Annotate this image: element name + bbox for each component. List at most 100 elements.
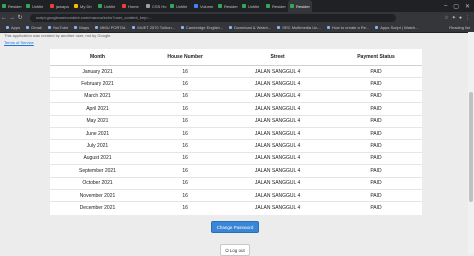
cell-payment-status: PAID: [329, 151, 422, 165]
cell-street: JALAN SANGGUL 4: [225, 151, 330, 165]
bookmark-item[interactable]: MMU PORTAL: [95, 25, 126, 30]
tab-label: Resider: [272, 3, 286, 9]
bookmark-item[interactable]: Apps Script | Watch...: [375, 25, 419, 30]
bookmark-icon: [26, 26, 30, 29]
bookmark-list: Apps Gmail YouTube Maps MMU PORTAL MUET 2570 …: [0, 25, 419, 30]
reading-list[interactable]: Reading list: [449, 25, 474, 30]
page-scrollbar[interactable]: [468, 32, 474, 254]
bookmark-item[interactable]: YouTube: [47, 25, 68, 30]
maximize-icon[interactable]: ▢: [453, 3, 459, 10]
header-month: Month: [50, 49, 145, 66]
browser-tab[interactable]: CSS Ho: [144, 0, 168, 12]
browser-tab[interactable]: Resider: [288, 0, 312, 12]
bookmark-label: How to create a Re...: [331, 25, 370, 30]
logout-button[interactable]: ⏻ Log out: [220, 244, 250, 256]
browser-tab[interactable]: jawapa: [48, 0, 72, 12]
cell-street: JALAN SANGGUL 4: [225, 64, 330, 78]
cell-payment-status: PAID: [329, 102, 422, 116]
tab-label: jawapa: [56, 3, 69, 9]
cell-house-number: 16: [144, 114, 226, 128]
bookmark-icon: [326, 26, 330, 29]
url-field[interactable]: script.googleusercontent.com/macros/echo…: [30, 13, 396, 22]
browser-tab[interactable]: Untitle: [24, 0, 48, 12]
bookmark-item[interactable]: Apps: [6, 25, 20, 30]
cell-street: JALAN SANGGUL 4: [225, 139, 330, 153]
header-payment-status: Payment Status: [329, 49, 422, 66]
minimize-icon[interactable]: –: [444, 3, 447, 10]
bookmark-item[interactable]: How to create a Re...: [326, 25, 370, 30]
bookmark-item[interactable]: Download & Watch...: [229, 25, 271, 30]
cell-house-number: 16: [144, 126, 226, 140]
tab-label: Untitle: [32, 3, 44, 9]
bookmark-item[interactable]: Maps: [74, 25, 89, 30]
tab-label: My Dri: [80, 3, 92, 9]
bookmark-icon: [132, 26, 136, 29]
extensions-icon[interactable]: ✦: [452, 15, 456, 21]
cell-street: JALAN SANGGUL 4: [225, 114, 330, 128]
profile-icon[interactable]: ●: [459, 15, 462, 21]
bookmark-icon: [375, 26, 379, 29]
cell-month: November 2021: [50, 188, 145, 202]
table-header-row: Month House Number Street Payment Status: [50, 49, 422, 66]
cell-month: June 2021: [50, 126, 145, 140]
bookmark-item[interactable]: SRC Multimedia Un...: [277, 25, 321, 30]
header-house-number: House Number: [144, 49, 226, 66]
change-password-button[interactable]: Change Password: [211, 221, 259, 233]
payment-card: Month House Number Street Payment Status…: [50, 49, 422, 215]
browser-tab[interactable]: Resider: [264, 0, 288, 12]
browser-tab[interactable]: Resider: [0, 0, 24, 12]
favicon-icon: [194, 4, 198, 8]
back-icon[interactable]: ←: [0, 15, 8, 21]
forward-icon[interactable]: →: [8, 15, 16, 21]
tab-label: CSS Ho: [152, 3, 167, 9]
cell-payment-status: PAID: [329, 64, 422, 78]
table-row: April 2021 16 JALAN SANGGUL 4 PAID: [50, 102, 422, 116]
cell-month: September 2021: [50, 164, 145, 178]
browser-tab[interactable]: My Dri: [72, 0, 96, 12]
tab-label: Untitle: [104, 3, 116, 9]
table-row: December 2021 16 JALAN SANGGUL 4 PAID: [50, 201, 422, 214]
browser-tab[interactable]: Untitle: [96, 0, 120, 12]
cell-payment-status: PAID: [329, 164, 422, 178]
browser-tab[interactable]: Resider: [216, 0, 240, 12]
cell-house-number: 16: [144, 89, 226, 103]
payment-table: Month House Number Street Payment Status…: [50, 49, 422, 214]
bookmark-item[interactable]: Cambridge English...: [180, 25, 223, 30]
close-icon[interactable]: ✕: [465, 3, 470, 10]
cell-month: January 2021: [50, 64, 145, 78]
browser-tab[interactable]: Untitle: [240, 0, 264, 12]
cell-street: JALAN SANGGUL 4: [225, 102, 330, 116]
cell-house-number: 16: [144, 164, 226, 178]
browser-tab[interactable]: Volume: [192, 0, 216, 12]
cell-payment-status: PAID: [329, 89, 422, 103]
table-row: March 2021 16 JALAN SANGGUL 4 PAID: [50, 89, 422, 103]
reload-icon[interactable]: ↻: [16, 14, 24, 21]
cell-house-number: 16: [144, 188, 226, 202]
cell-payment-status: PAID: [329, 188, 422, 202]
star-icon[interactable]: ☆: [444, 15, 448, 21]
bookmark-item[interactable]: Gmail: [26, 25, 42, 30]
browser-tab[interactable]: Home: [120, 0, 144, 12]
bookmark-label: Gmail: [31, 25, 42, 30]
bookmark-item[interactable]: MUET 2570 Tuition...: [132, 25, 175, 30]
table-row: February 2021 16 JALAN SANGGUL 4 PAID: [50, 77, 422, 91]
cell-street: JALAN SANGGUL 4: [225, 77, 330, 91]
cell-house-number: 16: [144, 139, 226, 153]
cell-payment-status: PAID: [329, 176, 422, 190]
scrollbar-thumb[interactable]: [469, 92, 473, 202]
cell-house-number: 16: [144, 64, 226, 78]
cell-month: December 2021: [50, 201, 145, 214]
favicon-icon: [122, 4, 126, 8]
bookmark-icon: [180, 26, 184, 29]
menu-icon[interactable]: ⋮: [465, 15, 470, 21]
cell-month: August 2021: [50, 151, 145, 165]
cell-house-number: 16: [144, 176, 226, 190]
bookmark-label: Apps Script | Watch...: [380, 25, 419, 30]
table-row: November 2021 16 JALAN SANGGUL 4 PAID: [50, 188, 422, 202]
terms-link[interactable]: Terms of Service: [4, 40, 34, 45]
favicon-icon: [146, 4, 150, 8]
tab-label: Untitle: [248, 3, 260, 9]
browser-tab[interactable]: Untitle: [168, 0, 192, 12]
cell-payment-status: PAID: [329, 126, 422, 140]
cell-house-number: 16: [144, 151, 226, 165]
